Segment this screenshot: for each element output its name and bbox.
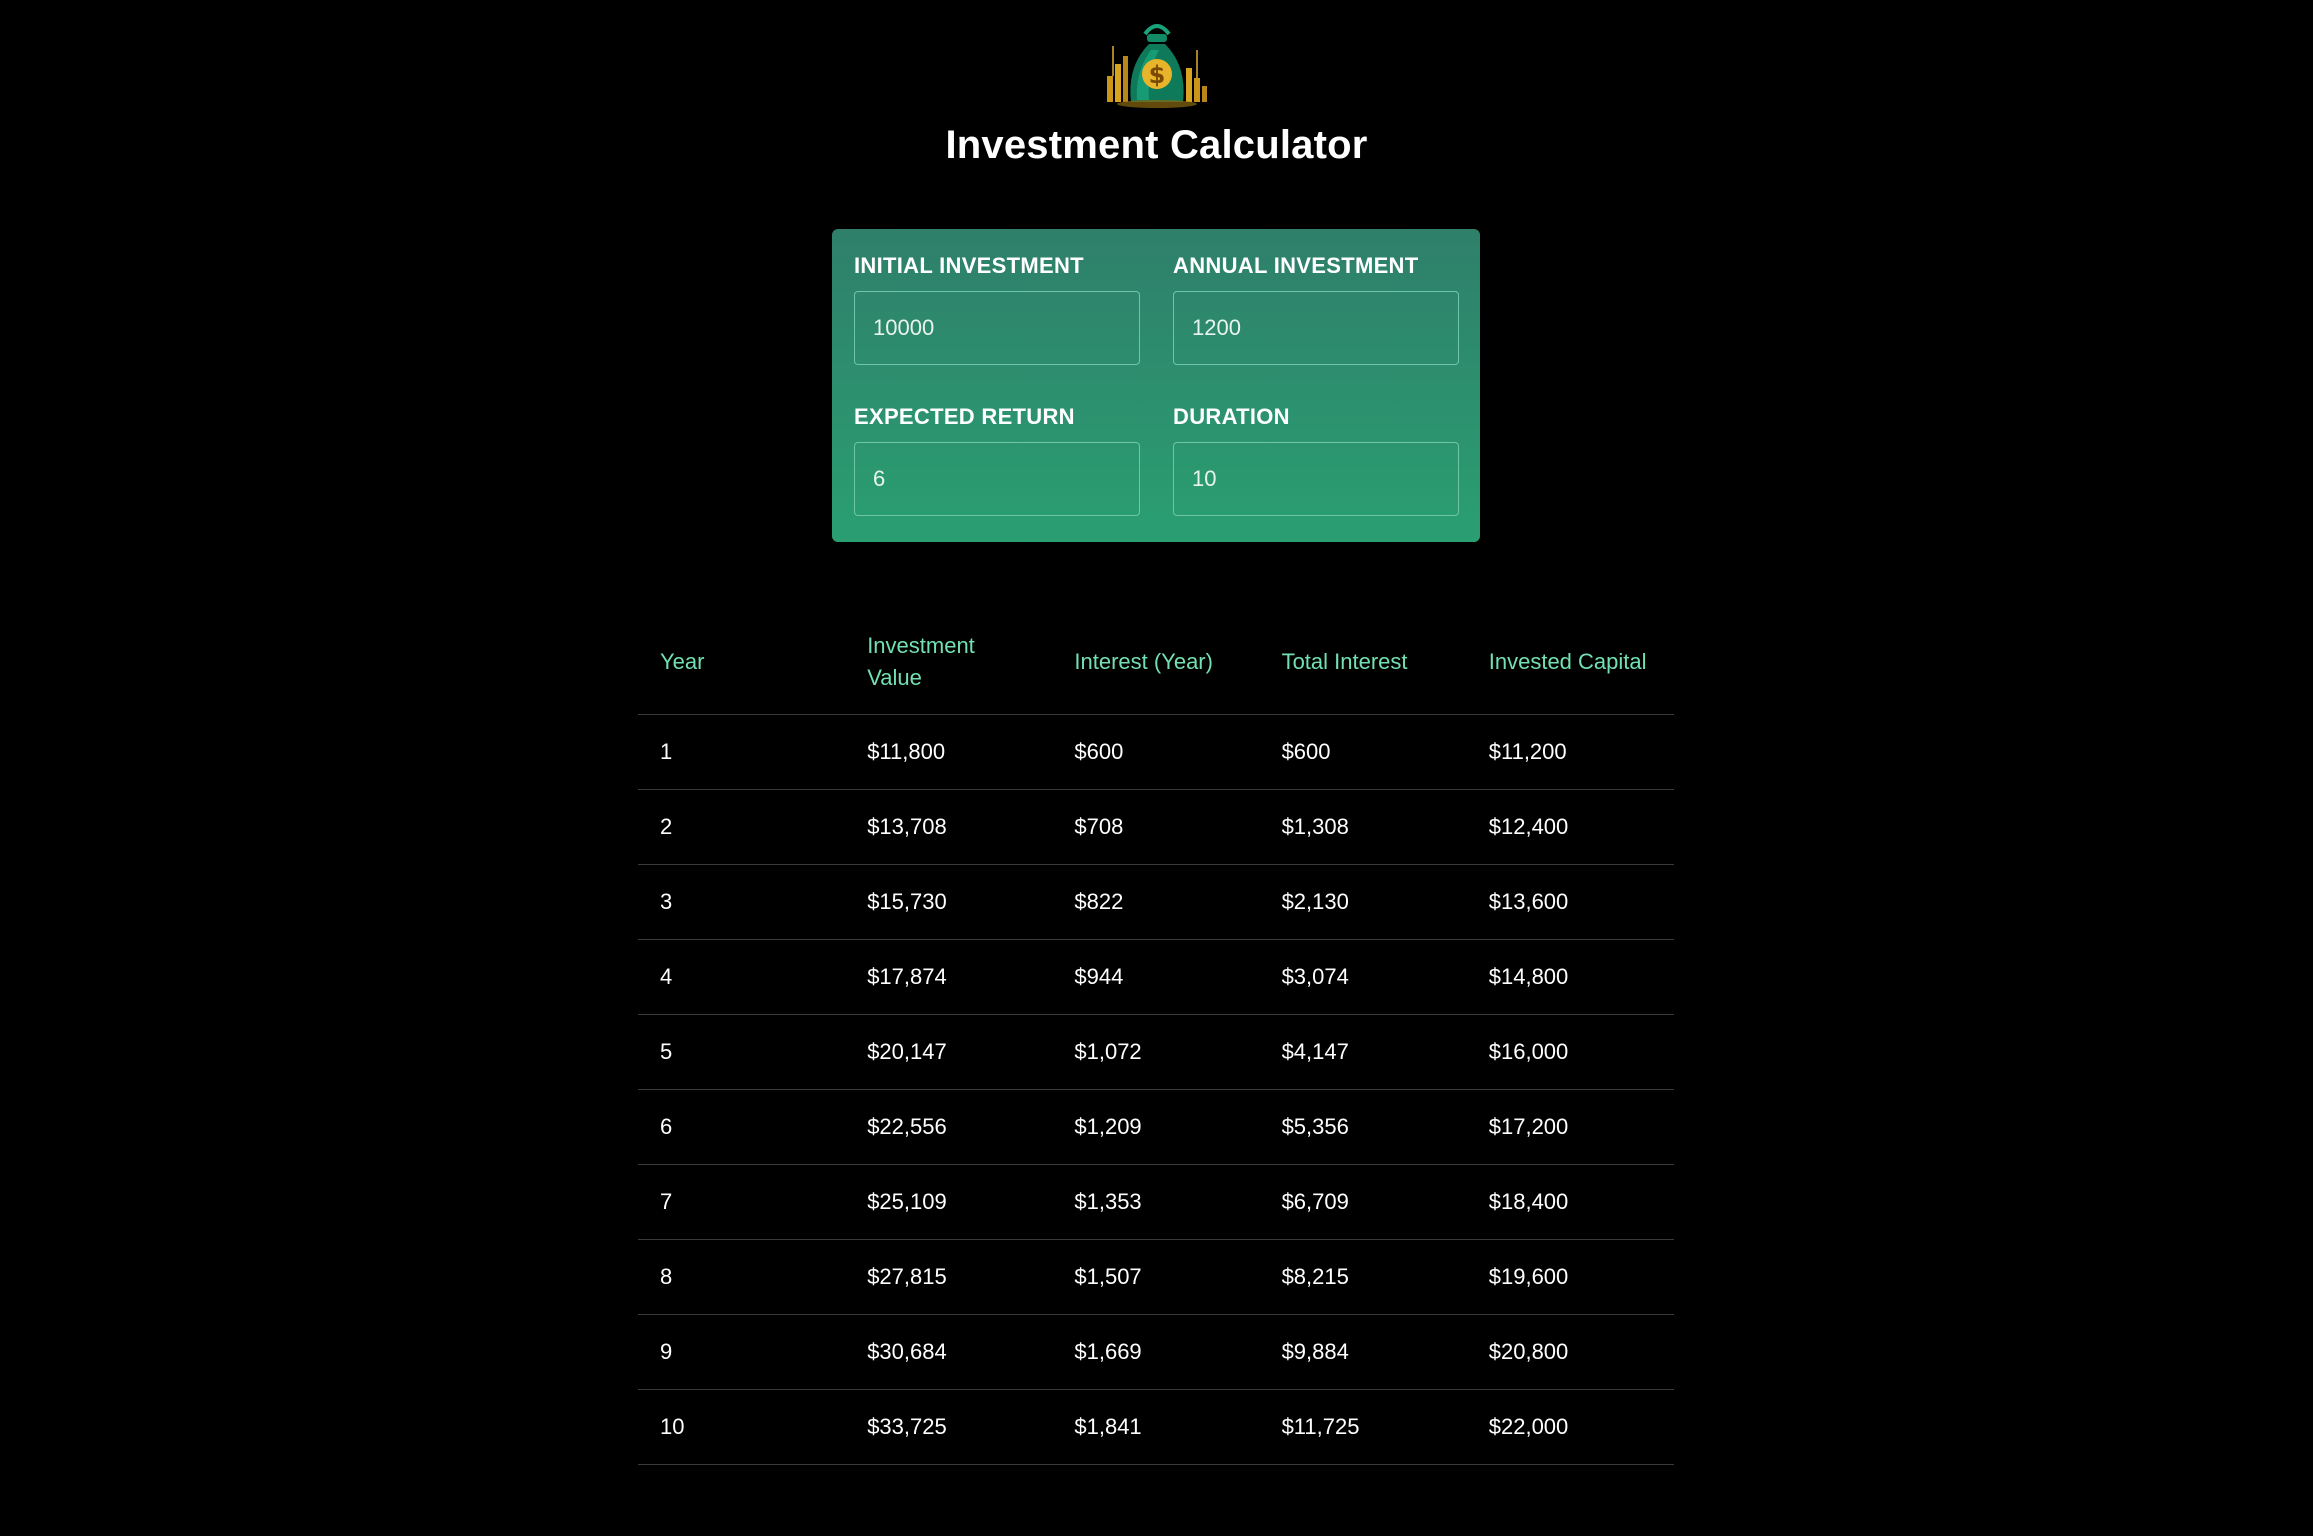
initial-investment-label: Initial Investment [854,253,1084,278]
table-row: 8 $27,815 $1,507 $8,215 $19,600 [638,1238,1674,1314]
table-row: 4 $17,874 $944 $3,074 $14,800 [638,938,1674,1014]
cell-investment-value: $20,147 [845,1013,1053,1089]
cell-interest-year: $1,507 [1052,1238,1260,1314]
cell-investment-value: $30,684 [845,1313,1053,1389]
table-row: 10 $33,725 $1,841 $11,725 $22,000 [638,1388,1674,1465]
user-input-panel: Initial Investment Annual Investment Exp… [832,229,1480,542]
cell-interest-year: $600 [1052,713,1260,789]
cell-invested-capital: $19,600 [1466,1238,1674,1314]
cell-year: 6 [638,1088,846,1164]
cell-invested-capital: $14,800 [1466,938,1674,1014]
table-row: 3 $15,730 $822 $2,130 $13,600 [638,863,1674,939]
cell-invested-capital: $16,000 [1466,1013,1674,1089]
duration-input[interactable] [1173,442,1459,516]
cell-investment-value: $17,874 [845,938,1053,1014]
cell-year: 3 [638,863,846,939]
cell-total-interest: $600 [1259,713,1467,789]
cell-total-interest: $3,074 [1259,938,1467,1014]
results-table-body: 1 $11,800 $600 $600 $11,200 2 $13,708 $708 $1,30… [638,713,1674,1465]
cell-invested-capital: $11,200 [1466,713,1674,789]
cell-interest-year: $1,072 [1052,1013,1260,1089]
cell-investment-value: $33,725 [845,1388,1053,1465]
cell-year: 8 [638,1238,846,1314]
table-row: 2 $13,708 $708 $1,308 $12,400 [638,788,1674,864]
cell-year: 10 [638,1388,846,1465]
cell-interest-year: $1,209 [1052,1088,1260,1164]
duration-label: Duration [1173,404,1290,429]
table-row: 5 $20,147 $1,072 $4,147 $16,000 [638,1013,1674,1089]
header-year: Year [660,648,705,674]
results-table-header: Year Investment Value Interest (Year) To… [638,610,1674,714]
cell-year: 9 [638,1313,846,1389]
cell-invested-capital: $17,200 [1466,1088,1674,1164]
cell-total-interest: $2,130 [1259,863,1467,939]
header-investment-value-label: Investment Value [867,632,975,690]
initial-investment-input[interactable] [854,291,1140,365]
money-bag-icon: $ [1106,24,1207,108]
cell-invested-capital: $13,600 [1466,863,1674,939]
annual-investment-label: Annual Investment [1173,253,1419,278]
cell-interest-year: $1,841 [1052,1388,1260,1465]
cell-interest-year: $1,669 [1052,1313,1260,1389]
cell-invested-capital: $18,400 [1466,1163,1674,1239]
initial-investment-field-group: Initial Investment [854,253,1140,365]
cell-total-interest: $11,725 [1259,1388,1467,1465]
cell-investment-value: $27,815 [845,1238,1053,1314]
header-total-interest: Total Interest [1281,648,1408,674]
cell-year: 1 [638,713,846,789]
cell-invested-capital: $22,000 [1466,1388,1674,1465]
cell-total-interest: $6,709 [1259,1163,1467,1239]
header-invested-capital: Invested Capital [1488,648,1647,674]
cell-year: 7 [638,1163,846,1239]
cell-investment-value: $15,730 [845,863,1053,939]
cell-investment-value: $11,800 [845,713,1053,789]
cell-interest-year: $708 [1052,788,1260,864]
expected-return-label: Expected Return [854,404,1075,429]
header-interest-year: Interest (Year) [1074,648,1213,674]
cell-total-interest: $4,147 [1259,1013,1467,1089]
annual-investment-input[interactable] [1173,291,1459,365]
svg-text:$: $ [1148,61,1165,89]
cell-total-interest: $8,215 [1259,1238,1467,1314]
duration-field-group: Duration [1173,404,1459,516]
expected-return-input[interactable] [854,442,1140,516]
cell-year: 4 [638,938,846,1014]
results-table: Year Investment Value Interest (Year) To… [638,610,1674,1465]
page: $ Investment Calculator Initial Investme… [0,0,2313,1536]
annual-investment-field-group: Annual Investment [1173,253,1459,365]
header-row: Year Investment Value Interest (Year) To… [638,610,1674,714]
table-row: 9 $30,684 $1,669 $9,884 $20,800 [638,1313,1674,1389]
cell-total-interest: $1,308 [1259,788,1467,864]
cell-interest-year: $944 [1052,938,1260,1014]
table-row: 7 $25,109 $1,353 $6,709 $18,400 [638,1163,1674,1239]
cell-invested-capital: $12,400 [1466,788,1674,864]
cell-year: 5 [638,1013,846,1089]
page-title: Investment Calculator [945,123,1368,167]
table-row: 6 $22,556 $1,209 $5,356 $17,200 [638,1088,1674,1164]
table-row: 1 $11,800 $600 $600 $11,200 [638,713,1674,789]
cell-interest-year: $1,353 [1052,1163,1260,1239]
cell-total-interest: $5,356 [1259,1088,1467,1164]
cell-interest-year: $822 [1052,863,1260,939]
cell-year: 2 [638,788,846,864]
cell-investment-value: $22,556 [845,1088,1053,1164]
app-header: $ Investment Calculator [0,16,2313,168]
cell-invested-capital: $20,800 [1466,1313,1674,1389]
cell-investment-value: $25,109 [845,1163,1053,1239]
cell-investment-value: $13,708 [845,788,1053,864]
expected-return-field-group: Expected Return [854,404,1140,516]
header-investment-value: Investment Value [845,610,1052,714]
cell-total-interest: $9,884 [1259,1313,1467,1389]
